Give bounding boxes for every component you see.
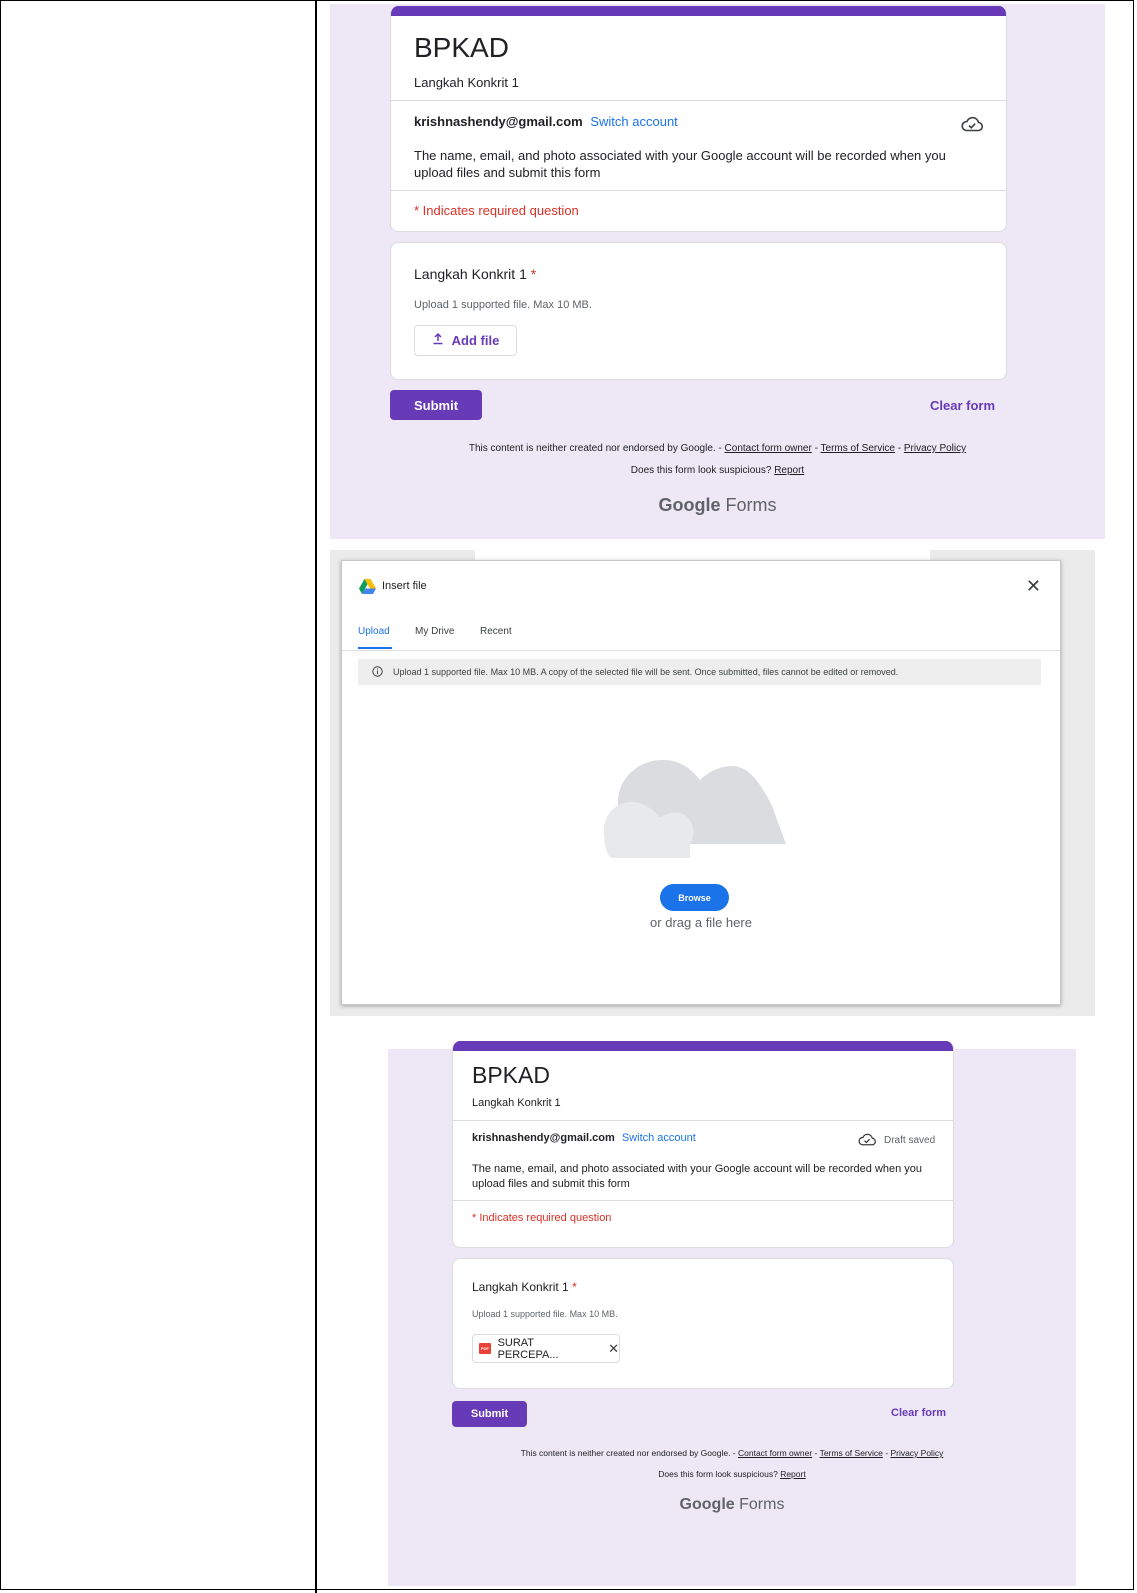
- close-icon[interactable]: ✕: [1026, 576, 1041, 597]
- form-title: BPKAD: [472, 1062, 550, 1088]
- account-info: krishnashendy@gmail.com Switch account: [472, 1132, 696, 1144]
- divider: [391, 100, 1006, 101]
- divider: [391, 190, 1006, 191]
- pdf-icon: PDF: [479, 1343, 491, 1354]
- question-card: Langkah Konkrit 1 * Upload 1 supported f…: [390, 242, 1007, 380]
- report-link[interactable]: Report: [780, 1469, 806, 1479]
- required-star: *: [572, 1280, 577, 1294]
- contact-owner-link[interactable]: Contact form owner: [725, 443, 812, 454]
- privacy-notice-line: The name, email, and photo associated wi…: [472, 1163, 923, 1175]
- question-title-text: Langkah Konkrit 1: [472, 1280, 569, 1294]
- divider: [453, 1200, 953, 1201]
- switch-account-link[interactable]: Switch account: [622, 1132, 696, 1144]
- account-email: krishnashendy@gmail.com: [414, 114, 583, 129]
- question-title: Langkah Konkrit 1 *: [472, 1280, 577, 1294]
- google-forms-logo[interactable]: Google Forms: [330, 495, 1105, 516]
- clear-form-button[interactable]: Clear form: [930, 398, 995, 413]
- footer-report: Does this form look suspicious? Report: [317, 1469, 1137, 1479]
- footer-report: Does this form look suspicious? Report: [330, 465, 1105, 476]
- upload-info-text: Upload 1 supported file. Max 10 MB. A co…: [393, 667, 899, 677]
- footer-disclaimer: This content is neither created nor endo…: [317, 1448, 1137, 1458]
- separator: -: [812, 1448, 820, 1458]
- tab-upload[interactable]: Upload: [358, 626, 390, 637]
- divider: [453, 1120, 953, 1121]
- terms-link[interactable]: Terms of Service: [821, 443, 895, 454]
- required-note: * Indicates required question: [472, 1212, 612, 1224]
- footer-disclaimer: This content is neither created nor endo…: [330, 443, 1105, 454]
- question-title: Langkah Konkrit 1 *: [414, 266, 536, 282]
- form-screenshot-attached: BPKAD Langkah Konkrit 1 krishnashendy@gm…: [388, 1041, 1076, 1586]
- form-screenshot-initial: BPKAD Langkah Konkrit 1 krishnashendy@gm…: [330, 4, 1105, 539]
- privacy-link[interactable]: Privacy Policy: [890, 1448, 943, 1458]
- cloud-illustration: [604, 758, 786, 863]
- brand-google: Google: [679, 1496, 735, 1513]
- tab-my-drive[interactable]: My Drive: [415, 626, 454, 637]
- column-divider: [315, 0, 317, 1593]
- add-file-label: Add file: [451, 333, 500, 348]
- form-header-card: BPKAD Langkah Konkrit 1 krishnashendy@gm…: [390, 6, 1007, 232]
- question-title-text: Langkah Konkrit 1: [414, 266, 527, 282]
- submit-button[interactable]: Submit: [452, 1401, 527, 1427]
- accent-bar: [391, 6, 1006, 16]
- disclaimer-text: This content is neither created nor endo…: [468, 443, 716, 454]
- separator: -: [715, 443, 725, 454]
- brand-google: Google: [658, 495, 721, 515]
- browse-button[interactable]: Browse: [660, 884, 729, 911]
- question-help: Upload 1 supported file. Max 10 MB.: [414, 299, 592, 311]
- form-header-card: BPKAD Langkah Konkrit 1 krishnashendy@gm…: [452, 1041, 954, 1248]
- info-icon: [372, 665, 383, 679]
- upload-icon: [432, 332, 444, 348]
- separator: -: [730, 1448, 738, 1458]
- account-info: krishnashendy@gmail.com Switch account: [414, 114, 678, 129]
- add-file-button[interactable]: Add file: [414, 325, 517, 356]
- contact-owner-link[interactable]: Contact form owner: [738, 1448, 812, 1458]
- privacy-notice-line: upload files and submit this form: [472, 1178, 630, 1190]
- clear-form-button[interactable]: Clear form: [891, 1407, 946, 1419]
- privacy-notice-line: The name, email, and photo associated wi…: [414, 148, 946, 163]
- required-star: *: [530, 266, 537, 282]
- tab-recent[interactable]: Recent: [480, 626, 512, 637]
- draft-saved-status: Draft saved: [884, 1135, 936, 1146]
- active-tab-indicator: [358, 647, 392, 649]
- remove-file-icon[interactable]: ✕: [608, 1341, 619, 1357]
- disclaimer-text: This content is neither created nor endo…: [520, 1448, 731, 1458]
- privacy-notice: The name, email, and photo associated wi…: [414, 147, 946, 181]
- upload-info-bar: Upload 1 supported file. Max 10 MB. A co…: [358, 659, 1041, 685]
- privacy-notice-line: upload files and submit this form: [414, 165, 601, 180]
- privacy-link[interactable]: Privacy Policy: [904, 443, 966, 454]
- required-note: * Indicates required question: [414, 203, 579, 218]
- account-email: krishnashendy@gmail.com: [472, 1132, 615, 1144]
- form-description: Langkah Konkrit 1: [414, 75, 519, 90]
- terms-link[interactable]: Terms of Service: [820, 1448, 883, 1458]
- form-title: BPKAD: [414, 32, 509, 63]
- attached-file-name: SURAT PERCEPA...: [497, 1336, 559, 1361]
- dialog-title: Insert file: [382, 580, 427, 592]
- form-description: Langkah Konkrit 1: [472, 1097, 561, 1109]
- brand-forms: Forms: [739, 1496, 785, 1513]
- insert-file-screenshot: Insert file ✕ Upload My Drive Recent Upl…: [330, 550, 1095, 1016]
- submit-button[interactable]: Submit: [390, 390, 482, 420]
- cloud-saved-icon: [961, 116, 984, 137]
- report-link[interactable]: Report: [774, 465, 804, 476]
- google-forms-logo[interactable]: Google Forms: [317, 1496, 1137, 1514]
- attached-file-chip[interactable]: PDF SURAT PERCEPA... ✕: [472, 1334, 620, 1363]
- separator: -: [895, 443, 904, 454]
- privacy-notice: The name, email, and photo associated wi…: [472, 1162, 922, 1192]
- suspicious-text: Does this form look suspicious?: [630, 465, 772, 476]
- cloud-saved-icon: [858, 1133, 876, 1151]
- question-card: Langkah Konkrit 1 * Upload 1 supported f…: [452, 1258, 954, 1389]
- insert-file-dialog: Insert file ✕ Upload My Drive Recent Upl…: [341, 560, 1061, 1005]
- drag-drop-hint: or drag a file here: [650, 915, 752, 930]
- separator: -: [811, 443, 821, 454]
- accent-bar: [453, 1041, 953, 1051]
- question-help: Upload 1 supported file. Max 10 MB.: [472, 1309, 618, 1319]
- brand-forms: Forms: [725, 495, 777, 515]
- google-drive-icon: [359, 579, 376, 599]
- tab-divider: [342, 650, 1060, 651]
- suspicious-text: Does this form look suspicious?: [658, 1469, 778, 1479]
- switch-account-link[interactable]: Switch account: [590, 114, 677, 129]
